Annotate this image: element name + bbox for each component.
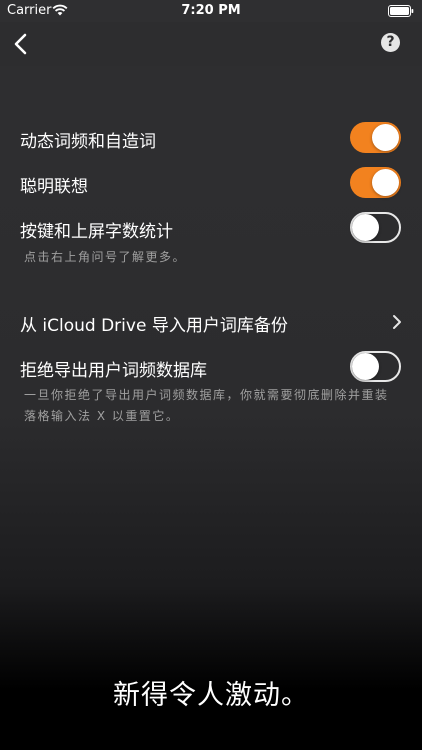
clock: 7:20 PM (181, 3, 241, 18)
setting-row-dynamic-frequency: 动态词频和自造词 (0, 116, 422, 160)
setting-label: 从 iCloud Drive 导入用户词库备份 (20, 316, 288, 336)
promo-caption: 新得令人激动。 (113, 680, 309, 711)
setting-row-smart-association: 聪明联想 (0, 161, 422, 205)
setting-label: 按键和上屏字数统计 (20, 222, 173, 242)
toggle-knob (352, 214, 379, 241)
icloud-import-row[interactable]: 从 iCloud Drive 导入用户词库备份 (0, 300, 422, 344)
toggle-knob (352, 353, 379, 380)
key-stats-toggle[interactable] (350, 212, 401, 243)
help-button[interactable]: ? (381, 33, 400, 52)
nav-bar: ? (0, 22, 422, 66)
smart-association-toggle[interactable] (350, 167, 401, 198)
chevron-right-icon (393, 315, 401, 329)
toggle-knob (372, 124, 399, 151)
refuse-export-toggle[interactable] (350, 351, 401, 382)
setting-label: 动态词频和自造词 (20, 132, 156, 152)
toggle-knob (372, 169, 399, 196)
setting-label: 拒绝导出用户词频数据库 (20, 361, 207, 381)
setting-label: 聪明联想 (20, 177, 88, 197)
setting-row-refuse-export: 拒绝导出用户词频数据库 (0, 345, 422, 389)
dynamic-frequency-toggle[interactable] (350, 122, 401, 153)
help-footnote: 点击右上角问号了解更多。 (24, 250, 187, 264)
chevron-left-icon[interactable] (8, 30, 36, 58)
app-screen: Carrier 7:20 PM ? 动态词频和自造词 聪明联想 按键和上屏字数统… (0, 0, 422, 750)
battery-icon (388, 5, 414, 17)
status-bar: Carrier 7:20 PM (0, 0, 422, 22)
refuse-export-footnote: 一旦你拒绝了导出用户词频数据库，你就需要彻底删除并重装落格输入法 X 以重置它。 (24, 388, 389, 423)
setting-row-key-stats: 按键和上屏字数统计 (0, 206, 422, 250)
